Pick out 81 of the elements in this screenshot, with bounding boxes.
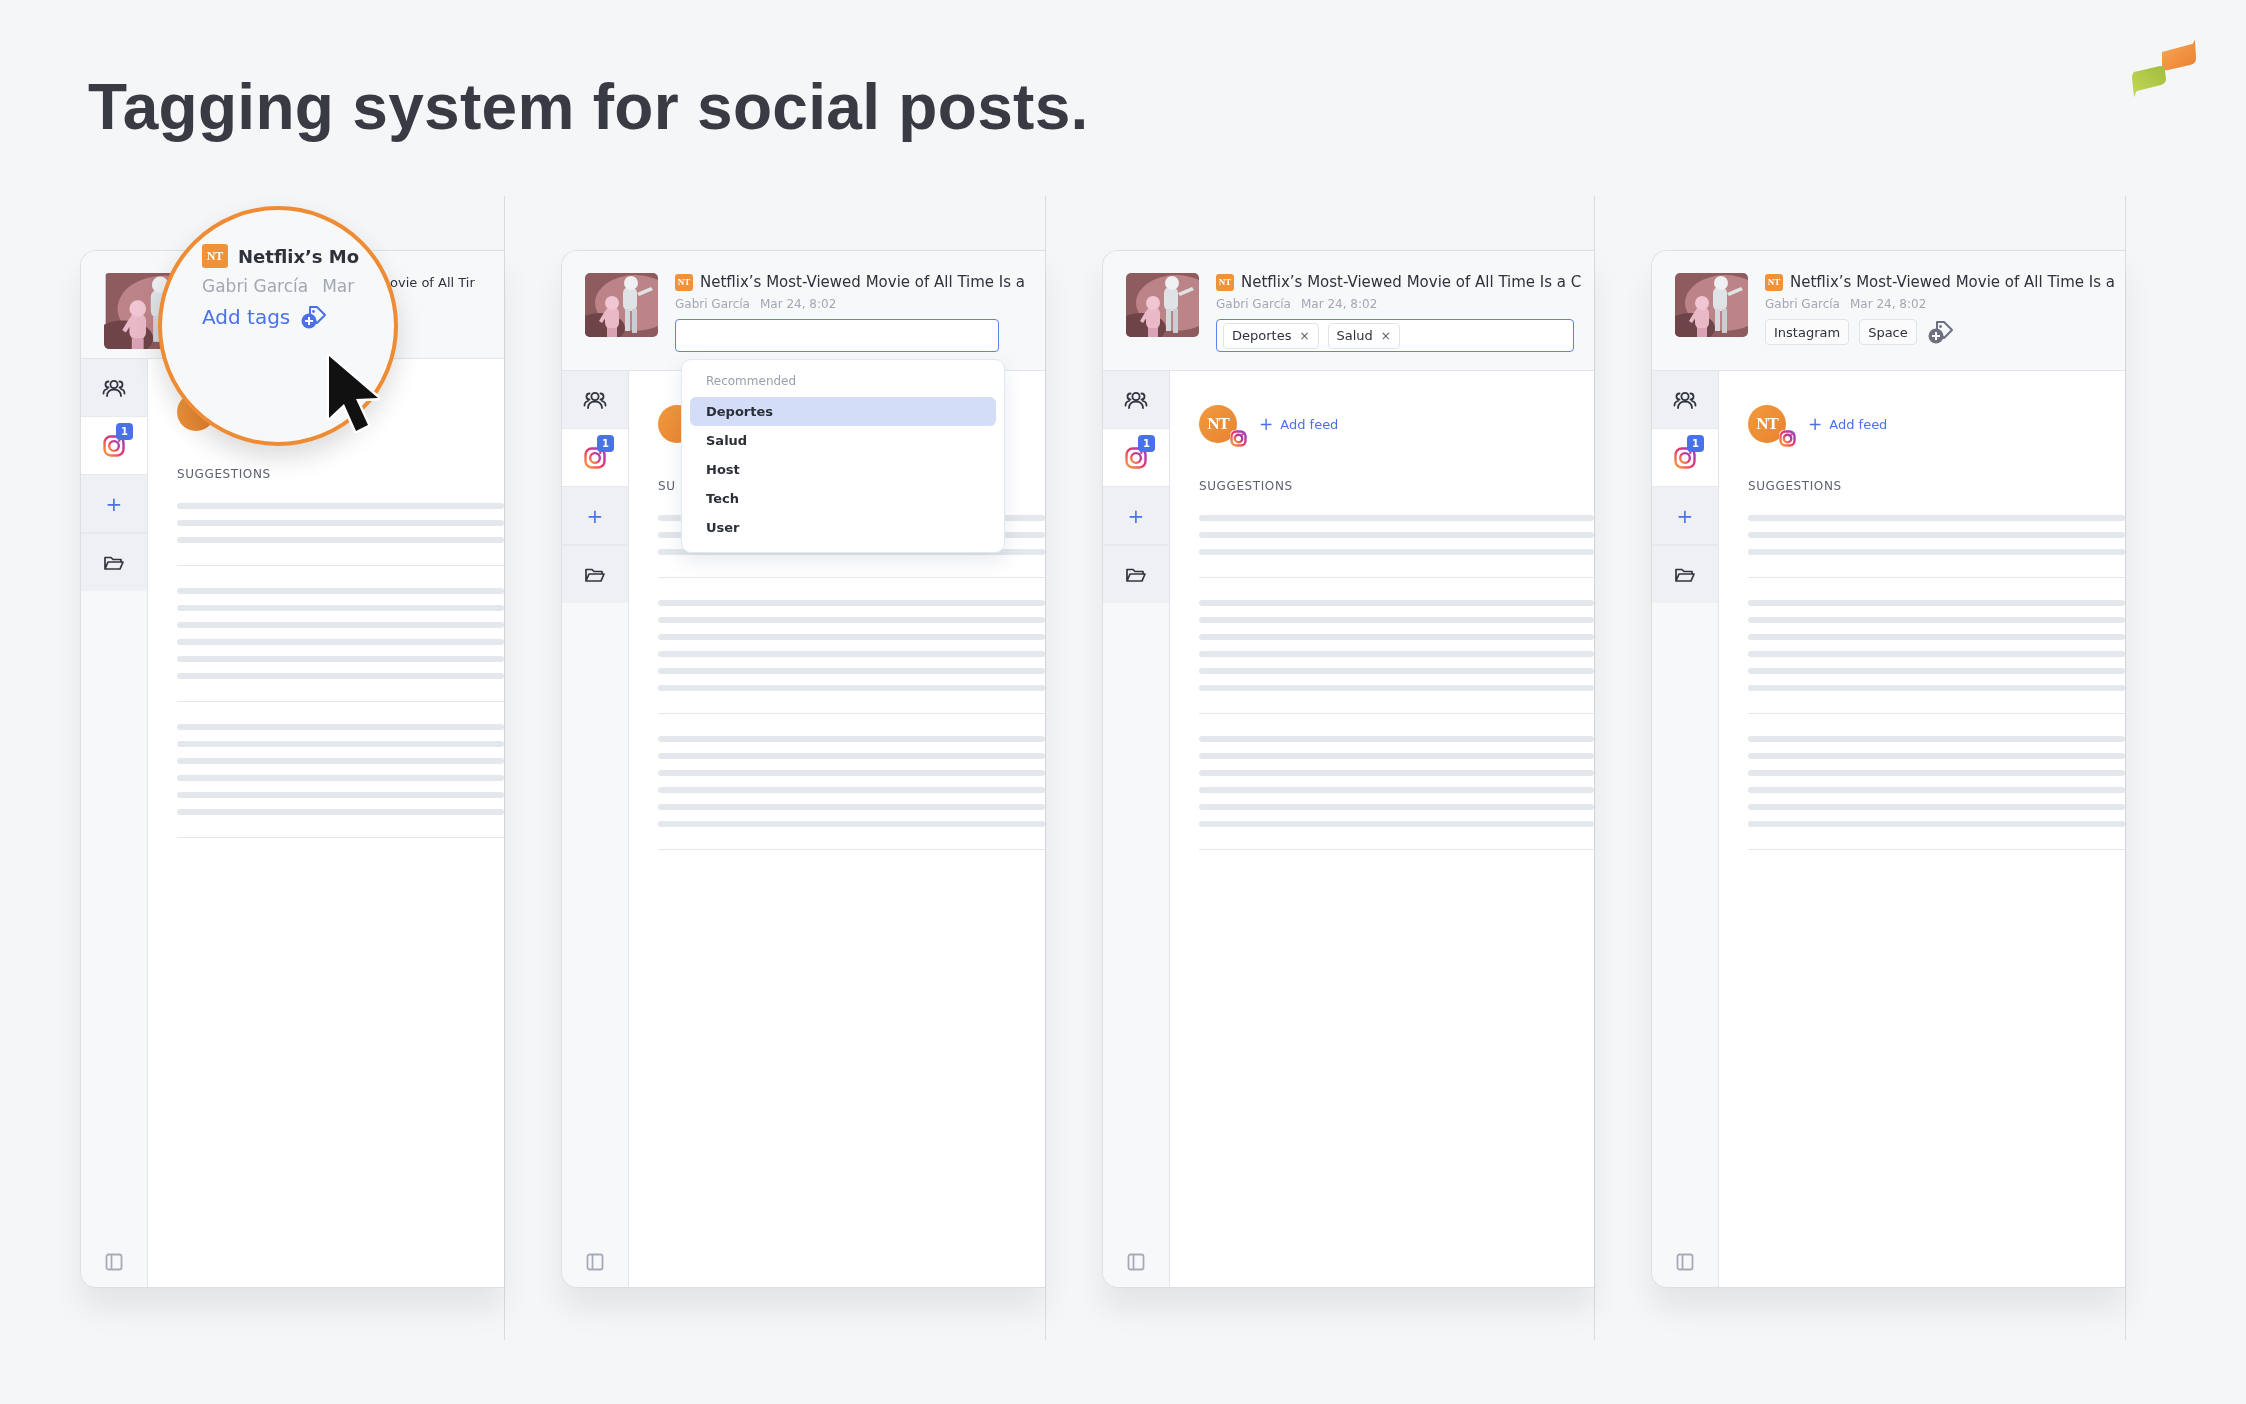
people-icon: [1124, 389, 1148, 410]
sidebar-item[interactable]: 1: [1652, 429, 1718, 487]
sidebar-item[interactable]: 1: [1103, 429, 1169, 487]
instagram-icon: [1230, 430, 1247, 447]
sidebar-item[interactable]: +: [562, 487, 628, 545]
page-title: Tagging system for social posts.: [88, 70, 1089, 144]
source-logo: NT: [1216, 273, 1234, 291]
section-label: SUGGESTIONS: [1748, 479, 1843, 493]
dropdown-option[interactable]: Tech: [690, 484, 996, 513]
people-icon: [583, 389, 607, 410]
add-feed-label: Add feed: [1280, 416, 1339, 432]
instagram-icon: [103, 434, 125, 457]
section-label: SUGGESTIONS: [1199, 479, 1294, 493]
dropdown-option[interactable]: User: [690, 513, 996, 542]
author-name: Gabri García: [1765, 297, 1840, 311]
tag-label: Salud: [1336, 328, 1373, 343]
sidebar-item[interactable]: [1652, 545, 1718, 603]
sidebar-item[interactable]: 1: [81, 417, 147, 475]
post-date: Mar 24, 8:02: [759, 297, 837, 311]
section-label: SUGGESTIONS: [177, 467, 272, 481]
sidebar-item[interactable]: [81, 533, 147, 591]
sidebar-item[interactable]: +: [1652, 487, 1718, 545]
instagram-icon: [1125, 446, 1147, 469]
author-name: Gabri García: [202, 276, 309, 296]
tag-input-field[interactable]: Deportes × Salud ×: [1216, 319, 1574, 352]
sidebar-toggle-icon[interactable]: [105, 1253, 123, 1271]
post-title: Netflix’s Most-Viewed Movie of All Time Is a: [700, 273, 1026, 291]
sidebar-item[interactable]: [81, 359, 147, 417]
dropdown-heading: Recommended: [705, 373, 798, 390]
sidebar-item[interactable]: 1: [562, 429, 628, 487]
sidebar-item[interactable]: [1103, 371, 1169, 429]
sidebar-item[interactable]: [1652, 371, 1718, 429]
sidebar-toggle-icon[interactable]: [1676, 1253, 1694, 1271]
instagram-icon: [1779, 430, 1796, 447]
notification-badge: 1: [1687, 435, 1704, 452]
people-icon: [1673, 389, 1697, 410]
notification-badge: 1: [116, 423, 133, 440]
sidebar-toggle-icon[interactable]: [1127, 1253, 1145, 1271]
tag-plus-icon[interactable]: [300, 304, 329, 330]
plus-icon: +: [1808, 414, 1823, 434]
tag-plus-icon[interactable]: [1926, 319, 1955, 345]
sidebar-item[interactable]: +: [81, 475, 147, 533]
post-title: Netflix’s Mo: [238, 245, 360, 267]
instagram-icon: [584, 446, 606, 469]
post-title: Netflix’s Most-Viewed Movie of All Time Is a C: [1241, 273, 1582, 291]
sidebar-item[interactable]: [562, 545, 628, 603]
sidebar-item[interactable]: [562, 371, 628, 429]
add-feed-link[interactable]: + Add feed: [1808, 414, 1888, 434]
add-feed-label: Add feed: [1829, 416, 1888, 432]
author-name: Gabri García: [1216, 297, 1291, 311]
tag-label: Deportes: [1232, 328, 1292, 343]
post-date: Mar 24, 8:02: [1300, 297, 1378, 311]
sidebar-item[interactable]: [1103, 545, 1169, 603]
post-title: Netflix’s Most-Viewed Movie of All Time Is a: [1790, 273, 2116, 291]
post-title: ovie of All Tir: [390, 275, 475, 290]
add-tags-link[interactable]: Add tags: [202, 305, 291, 329]
add-feed-link[interactable]: + Add feed: [1259, 414, 1339, 434]
avatar: NT: [1748, 405, 1786, 443]
remove-tag-button[interactable]: ×: [1380, 328, 1391, 343]
post-date: Mar: [322, 276, 355, 296]
sidebar-toggle-icon[interactable]: [586, 1253, 604, 1271]
tag[interactable]: Instagram: [1765, 319, 1850, 345]
sidebar-item[interactable]: +: [1103, 487, 1169, 545]
instagram-icon: [1674, 446, 1696, 469]
author-name: Gabri García: [675, 297, 750, 311]
dropdown-option[interactable]: Host: [690, 455, 996, 484]
dropdown-option[interactable]: Salud: [690, 426, 996, 455]
source-logo: NT: [1765, 273, 1783, 291]
dropdown-option[interactable]: Deportes: [690, 397, 996, 426]
tag[interactable]: Space: [1859, 319, 1917, 345]
people-icon: [102, 377, 126, 398]
source-logo: NT: [675, 273, 693, 291]
notification-badge: 1: [597, 435, 614, 452]
section-label: SU: [658, 479, 677, 493]
notification-badge: 1: [1138, 435, 1155, 452]
tag-input-field[interactable]: [675, 319, 999, 352]
avatar: NT: [1199, 405, 1237, 443]
source-logo: NT: [202, 244, 228, 268]
remove-tag-button[interactable]: ×: [1299, 328, 1310, 343]
plus-icon: +: [1259, 414, 1274, 434]
post-date: Mar 24, 8:02: [1849, 297, 1927, 311]
